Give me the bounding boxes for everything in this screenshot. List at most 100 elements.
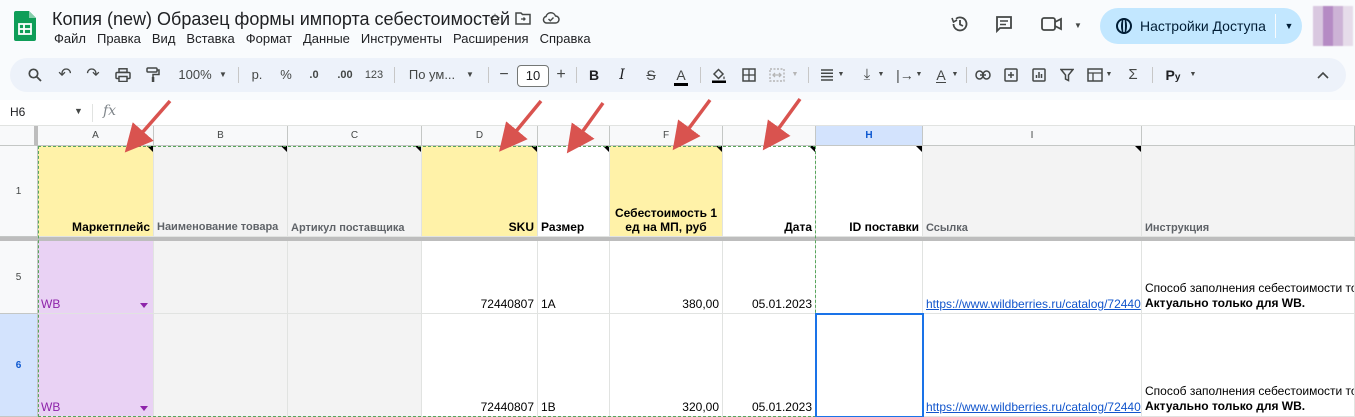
increase-font-size-icon[interactable]: + xyxy=(553,58,569,92)
cell-i1[interactable]: Ссылка xyxy=(923,146,1142,237)
paint-format-icon[interactable] xyxy=(142,58,164,92)
print-icon[interactable] xyxy=(112,58,134,92)
cell-f1[interactable]: Себестоимость 1 ед на МП, руб xyxy=(610,146,723,237)
vertical-align-icon[interactable]: ⤓ xyxy=(856,58,878,92)
merge-cells-icon[interactable] xyxy=(766,58,788,92)
column-header-a[interactable]: A xyxy=(38,126,154,146)
star-icon[interactable]: ☆ xyxy=(486,11,504,29)
collapse-toolbar-icon[interactable] xyxy=(1312,58,1334,92)
decrease-font-size-icon[interactable]: − xyxy=(496,58,512,92)
menu-edit[interactable]: Правка xyxy=(95,31,146,46)
cell-d5[interactable]: 72440807 xyxy=(422,241,538,314)
zoom-dropdown-icon[interactable]: ▼ xyxy=(217,58,229,92)
column-header-j[interactable] xyxy=(1142,126,1355,146)
filter-views-dropdown-icon[interactable]: ▼ xyxy=(1104,58,1114,92)
cell-f5[interactable]: 380,00 xyxy=(610,241,723,314)
menu-insert[interactable]: Вставка xyxy=(184,31,239,46)
cell-i6[interactable]: https://www.wildberries.ru/catalog/72440 xyxy=(923,314,1142,417)
cell-e1[interactable]: Размер xyxy=(538,146,610,237)
text-color-button[interactable]: A xyxy=(670,58,692,92)
column-header-e[interactable]: E xyxy=(538,126,610,146)
cell-h5[interactable] xyxy=(816,241,923,314)
halign-dropdown-icon[interactable]: ▼ xyxy=(836,58,846,92)
fill-color-icon[interactable] xyxy=(708,58,730,92)
strikethrough-icon[interactable]: S xyxy=(640,58,662,92)
cell-j6[interactable]: Способ заполнения себестоимости то Актуал… xyxy=(1142,314,1355,417)
cell-i5[interactable]: https://www.wildberries.ru/catalog/72440 xyxy=(923,241,1142,314)
column-header-h[interactable]: H xyxy=(816,126,923,146)
merge-dropdown-icon[interactable]: ▼ xyxy=(790,58,800,92)
cell-g6[interactable]: 05.01.2023 xyxy=(723,314,816,417)
menu-format[interactable]: Формат xyxy=(244,31,297,46)
column-header-g[interactable]: G xyxy=(723,126,816,146)
menu-file[interactable]: Файл xyxy=(52,31,91,46)
insert-link-icon[interactable] xyxy=(972,58,994,92)
font-size-input[interactable]: 10 xyxy=(517,65,549,87)
input-tools-dropdown-icon[interactable]: ▼ xyxy=(1186,58,1200,92)
row-header-1[interactable]: 1 xyxy=(0,146,38,237)
menu-help[interactable]: Справка xyxy=(538,31,596,46)
column-header-f[interactable]: F xyxy=(610,126,723,146)
menu-view[interactable]: Вид xyxy=(150,31,181,46)
meet-dropdown-icon[interactable]: ▼ xyxy=(1066,14,1090,38)
cell-c6[interactable] xyxy=(288,314,422,417)
filter-views-icon[interactable] xyxy=(1084,58,1106,92)
currency-format-button[interactable]: р. xyxy=(246,58,268,92)
select-all-corner[interactable] xyxy=(0,126,38,146)
cell-i6-link[interactable]: https://www.wildberries.ru/catalog/72440 xyxy=(926,400,1141,414)
cell-j1[interactable]: Инструкция xyxy=(1142,146,1355,237)
text-rotation-icon[interactable]: A xyxy=(930,58,952,92)
cell-i5-link[interactable]: https://www.wildberries.ru/catalog/72440 xyxy=(926,297,1141,311)
search-menus-icon[interactable] xyxy=(24,58,46,92)
percent-format-button[interactable]: % xyxy=(276,58,296,92)
functions-icon[interactable]: Σ xyxy=(1122,58,1144,92)
menu-extensions[interactable]: Расширения xyxy=(451,31,534,46)
cell-h1[interactable]: ID поставки xyxy=(816,146,923,237)
insert-chart-icon[interactable] xyxy=(1028,58,1050,92)
input-tools-icon[interactable]: Py xyxy=(1160,58,1186,92)
avatar[interactable] xyxy=(1313,6,1353,46)
increase-decimal-button[interactable]: .00 xyxy=(332,58,358,92)
column-header-i[interactable]: I xyxy=(923,126,1142,146)
valign-dropdown-icon[interactable]: ▼ xyxy=(876,58,886,92)
cell-g1[interactable]: Дата xyxy=(723,146,816,237)
cell-c1[interactable]: Артикул поставщика xyxy=(288,146,422,237)
cell-e5[interactable]: 1A xyxy=(538,241,610,314)
cell-d6[interactable]: 72440807 xyxy=(422,314,538,417)
filter-icon[interactable] xyxy=(1056,58,1078,92)
menu-data[interactable]: Данные xyxy=(301,31,355,46)
share-button[interactable]: Настройки Доступа ▼ xyxy=(1100,8,1302,44)
italic-button[interactable]: I xyxy=(612,58,632,92)
comments-icon[interactable] xyxy=(992,14,1016,38)
sheets-logo-icon[interactable] xyxy=(14,11,36,41)
name-box-dropdown-icon[interactable]: ▼ xyxy=(74,106,83,116)
cell-b1[interactable]: Наименование товара xyxy=(154,146,288,237)
decrease-decimal-button[interactable]: .0 xyxy=(302,58,326,92)
cell-b5[interactable] xyxy=(154,241,288,314)
row-header-5[interactable]: 5 xyxy=(0,241,38,314)
meet-icon[interactable] xyxy=(1040,14,1064,38)
zoom-value[interactable]: 100% xyxy=(174,58,216,92)
share-dropdown-icon[interactable]: ▼ xyxy=(1276,8,1302,44)
cell-e6[interactable]: 1B xyxy=(538,314,610,417)
menu-tools[interactable]: Инструменты xyxy=(359,31,447,46)
cell-a6[interactable]: WB xyxy=(38,314,154,417)
name-box[interactable]: H6 xyxy=(10,105,25,119)
version-history-icon[interactable] xyxy=(948,14,972,38)
cell-c5[interactable] xyxy=(288,241,422,314)
font-family-dropdown-icon[interactable]: ▼ xyxy=(464,58,476,92)
column-header-d[interactable]: D xyxy=(422,126,538,146)
document-title[interactable]: Копия (new) Образец формы импорта себест… xyxy=(52,9,510,30)
wrap-dropdown-icon[interactable]: ▼ xyxy=(914,58,924,92)
dropdown-chip-icon[interactable] xyxy=(140,406,148,411)
bold-button[interactable]: B xyxy=(584,58,604,92)
dropdown-chip-icon[interactable] xyxy=(140,303,148,308)
cell-d1[interactable]: SKU xyxy=(422,146,538,237)
font-family-select[interactable]: По ум... xyxy=(404,58,460,92)
text-wrapping-icon[interactable]: |→ xyxy=(894,58,916,92)
horizontal-align-icon[interactable] xyxy=(816,58,838,92)
borders-icon[interactable] xyxy=(738,58,760,92)
column-header-c[interactable]: C xyxy=(288,126,422,146)
cell-h6[interactable] xyxy=(816,314,923,417)
column-header-b[interactable]: B xyxy=(154,126,288,146)
